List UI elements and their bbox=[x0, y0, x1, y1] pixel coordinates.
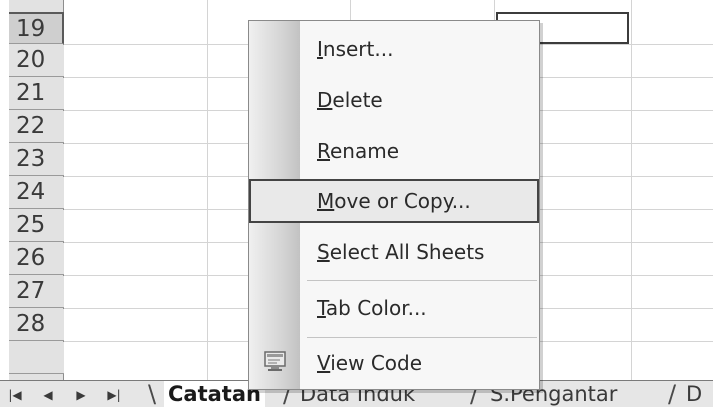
next-sheet-icon[interactable]: ▶ bbox=[70, 385, 92, 405]
row-header-20[interactable]: 20 bbox=[9, 45, 64, 77]
menu-item-move-or-copy[interactable]: Move or Copy... bbox=[249, 179, 539, 223]
row-header-19[interactable]: 19 bbox=[9, 12, 64, 44]
menu-item-label: Delete bbox=[317, 88, 383, 112]
sheet-tab-context-menu: Insert... Delete Rename Move or Copy... … bbox=[248, 20, 540, 390]
last-sheet-icon[interactable]: ▶| bbox=[103, 385, 125, 405]
row-header-22[interactable]: 22 bbox=[9, 111, 64, 143]
menu-separator bbox=[307, 337, 537, 338]
previous-sheet-icon[interactable]: ◀ bbox=[37, 385, 59, 405]
menu-item-label: View Code bbox=[317, 351, 423, 375]
column-gridline bbox=[207, 0, 208, 380]
row-header-23[interactable]: 23 bbox=[9, 144, 64, 176]
row-header-26[interactable]: 26 bbox=[9, 243, 64, 275]
menu-item-label: Select All Sheets bbox=[317, 240, 485, 264]
row-header-28[interactable]: 28 bbox=[9, 309, 64, 341]
menu-item-select-all-sheets[interactable]: Select All Sheets bbox=[249, 230, 539, 274]
menu-item-insert[interactable]: Insert... bbox=[249, 27, 539, 71]
row-header-21[interactable]: 21 bbox=[9, 78, 64, 110]
menu-item-label: Rename bbox=[317, 139, 400, 163]
row-header-24[interactable]: 24 bbox=[9, 177, 64, 209]
menu-item-rename[interactable]: Rename bbox=[249, 129, 539, 173]
view-code-icon bbox=[263, 349, 289, 375]
grid-left-edge bbox=[0, 0, 9, 380]
tab-d[interactable]: D bbox=[686, 381, 702, 407]
menu-separator bbox=[307, 280, 537, 281]
row-header-27[interactable]: 27 bbox=[9, 276, 64, 308]
menu-item-tab-color[interactable]: Tab Color... bbox=[249, 286, 539, 330]
row-header-25[interactable]: 25 bbox=[9, 210, 64, 242]
menu-item-label: Insert... bbox=[317, 37, 394, 61]
menu-item-view-code[interactable]: View Code bbox=[249, 341, 539, 385]
tab-divider: \ bbox=[148, 380, 157, 407]
tab-divider: / bbox=[668, 380, 677, 407]
menu-item-label: Tab Color... bbox=[317, 296, 427, 320]
column-gridline bbox=[631, 0, 632, 380]
first-sheet-icon[interactable]: |◀ bbox=[4, 385, 26, 405]
menu-item-delete[interactable]: Delete bbox=[249, 78, 539, 122]
menu-item-label: Move or Copy... bbox=[317, 189, 471, 213]
row-header-29[interactable] bbox=[9, 342, 64, 374]
